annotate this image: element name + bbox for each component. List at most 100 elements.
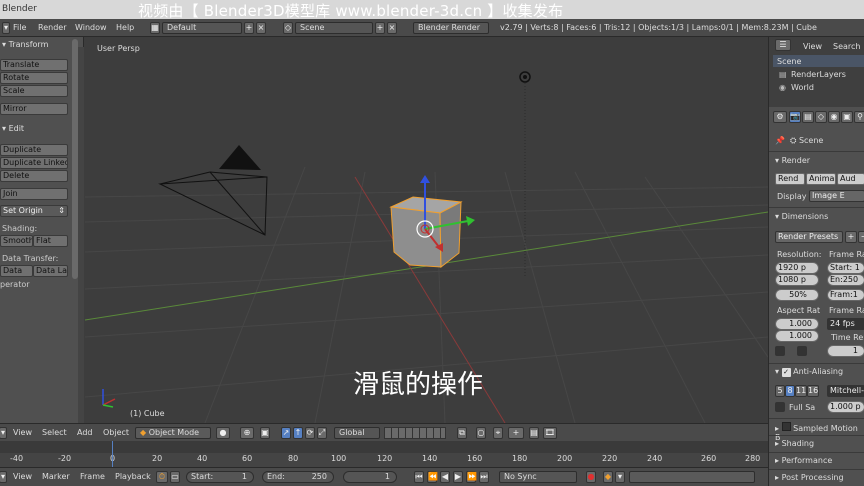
duplicate-button[interactable]: Duplicate (0, 144, 68, 156)
menu-marker[interactable]: Marker (42, 472, 70, 481)
scene-tab-icon[interactable]: ◇ (815, 111, 827, 123)
menu-file[interactable]: File (13, 23, 26, 32)
interaction-mode-select[interactable]: ◆ Object Mode (135, 427, 211, 439)
pivot-point-icon[interactable]: ⊕ (240, 427, 254, 439)
screen-layout-select[interactable]: Default (162, 22, 242, 34)
outliner-item-world[interactable]: World (791, 83, 814, 92)
editor-type-icon[interactable]: ▾ (0, 427, 7, 439)
rotate-button[interactable]: Rotate (0, 72, 68, 84)
current-frame-marker[interactable] (112, 441, 113, 467)
scale-manipulator-icon[interactable]: ⤢ (317, 427, 327, 439)
translate-manipulator-icon[interactable]: ↑ (293, 427, 303, 439)
resolution-y-field[interactable]: 1080 p (775, 274, 819, 286)
menu-view[interactable]: View (13, 428, 32, 437)
play-icon[interactable]: ▶ (453, 471, 463, 483)
add-preset-icon[interactable]: + (845, 231, 857, 243)
join-button[interactable]: Join (0, 188, 68, 200)
menu-help[interactable]: Help (116, 23, 134, 32)
render-animation-button[interactable]: Anima (806, 173, 836, 185)
frame-start-field[interactable]: Start: 1 (827, 262, 864, 274)
scene-icon[interactable]: ◇ (283, 22, 293, 34)
lock-range-icon[interactable]: ▭ (170, 471, 180, 483)
scale-button[interactable]: Scale (0, 85, 68, 97)
jump-start-icon[interactable]: ⏮ (414, 471, 424, 483)
menu-select[interactable]: Select (42, 428, 67, 437)
motion-blur-checkbox[interactable] (781, 422, 791, 431)
viewport-shading-icon[interactable]: ● (216, 427, 230, 439)
menu-playback[interactable]: Playback (115, 472, 151, 481)
duplicate-linked-button[interactable]: Duplicate Linked (0, 157, 68, 169)
snap-toggle-icon[interactable]: ⌖ (493, 427, 503, 439)
editor-type-icon[interactable]: ▾ (2, 22, 10, 34)
performance-panel-header[interactable]: ▸ Performance (775, 456, 832, 465)
display-mode-select[interactable]: Image E (809, 190, 864, 202)
time-remap-field[interactable]: 1 (827, 345, 864, 357)
aspect-x-field[interactable]: 1.000 (775, 318, 819, 330)
record-icon[interactable]: ● (586, 471, 596, 483)
layer-buttons[interactable] (384, 427, 446, 439)
world-tab-icon[interactable]: ◉ (828, 111, 840, 123)
dimensions-panel-header[interactable]: ▾ Dimensions (775, 212, 828, 221)
remove-preset-icon[interactable]: − (858, 231, 864, 243)
tool-shelf-tabs[interactable] (78, 47, 84, 427)
keying-set-icon[interactable]: ◆ (603, 471, 613, 483)
current-frame-field[interactable]: 1 (343, 471, 397, 483)
translate-button[interactable]: Translate (0, 59, 68, 71)
aa-samples-5[interactable]: 5 (775, 385, 785, 397)
edit-header[interactable]: ▾ Edit (2, 124, 24, 133)
data-transfer-button[interactable]: Data (0, 265, 33, 277)
outliner-editor-icon[interactable]: ☰ (775, 39, 791, 51)
add-layout-icon[interactable]: + (244, 22, 254, 34)
menu-frame[interactable]: Frame (80, 472, 105, 481)
properties-editor-icon[interactable]: ⚙ (773, 111, 787, 123)
play-reverse-icon[interactable]: ◀ (440, 471, 450, 483)
outliner-item-scene[interactable]: Scene (777, 57, 801, 66)
delete-button[interactable]: Delete (0, 170, 68, 182)
end-frame-field[interactable]: End: 250 (262, 471, 334, 483)
frame-rate-select[interactable]: 24 fps (827, 318, 864, 330)
render-audio-button[interactable]: Aud (837, 173, 864, 185)
object-tab-icon[interactable]: ▣ (841, 111, 853, 123)
aa-samples-16[interactable]: 16 (807, 385, 819, 397)
aa-samples-11[interactable]: 11 (795, 385, 807, 397)
rotate-manipulator-icon[interactable]: ⟳ (305, 427, 315, 439)
menu-add[interactable]: Add (77, 428, 93, 437)
pin-icon[interactable]: 📌 (775, 136, 785, 145)
operator-header[interactable]: perator (0, 280, 30, 289)
render-engine-select[interactable]: Blender Render (413, 22, 489, 34)
jump-end-icon[interactable]: ⏭ (479, 471, 489, 483)
preview-range-icon[interactable]: ⏱ (156, 471, 168, 483)
data-layout-button[interactable]: Data La (33, 265, 68, 277)
scene-select[interactable]: Scene (295, 22, 373, 34)
menu-render[interactable]: Render (38, 23, 66, 32)
add-scene-icon[interactable]: + (375, 22, 385, 34)
set-origin-select[interactable]: Set Origin ⇕ (0, 205, 68, 217)
smooth-button[interactable]: Smooth (0, 235, 33, 247)
proportional-edit-icon[interactable]: ○ (476, 427, 486, 439)
render-still-button[interactable]: Rend (775, 173, 805, 185)
anti-aliasing-panel-header[interactable]: ▾ ✓ Anti-Aliasing (775, 367, 843, 377)
opengl-render-icon[interactable]: ▤ (529, 427, 539, 439)
opengl-anim-icon[interactable]: 🎞 (543, 427, 557, 439)
menu-view[interactable]: View (13, 472, 32, 481)
menu-object[interactable]: Object (103, 428, 129, 437)
transform-orientation-select[interactable]: Global (334, 427, 380, 439)
remove-scene-icon[interactable]: × (387, 22, 397, 34)
editor-type-icon[interactable]: ▾ (0, 471, 7, 483)
3d-viewport[interactable]: User Persp (1) Cube 滑鼠的操作 (85, 37, 768, 423)
aa-filter-select[interactable]: Mitchell- (827, 385, 864, 397)
start-frame-field[interactable]: Start: 1 (186, 471, 254, 483)
active-keying-set-field[interactable] (629, 471, 755, 483)
frame-end-field[interactable]: En:250 (827, 274, 864, 286)
resolution-percent-field[interactable]: 50% (775, 289, 819, 301)
mirror-button[interactable]: Mirror (0, 103, 68, 115)
menu-window[interactable]: Window (75, 23, 107, 32)
transform-header[interactable]: ▾ Transform (2, 40, 48, 49)
jump-keyframe-forward-icon[interactable]: ⏩ (466, 471, 477, 483)
render-tab-icon[interactable]: 📷 (789, 111, 801, 123)
snap-element-icon[interactable]: + (508, 427, 524, 439)
outliner[interactable]: ☰ View Search Scene ▤ RenderLayers ◉ Wor… (769, 37, 864, 107)
pivot-align-icon[interactable]: ▣ (260, 427, 270, 439)
camera-object[interactable] (158, 145, 268, 236)
properties-editor[interactable]: ⚙ 📷 ▤ ◇ ◉ ▣ ⚲ 📌 ⛭ Scene ▾ Render Rend An… (769, 107, 864, 486)
